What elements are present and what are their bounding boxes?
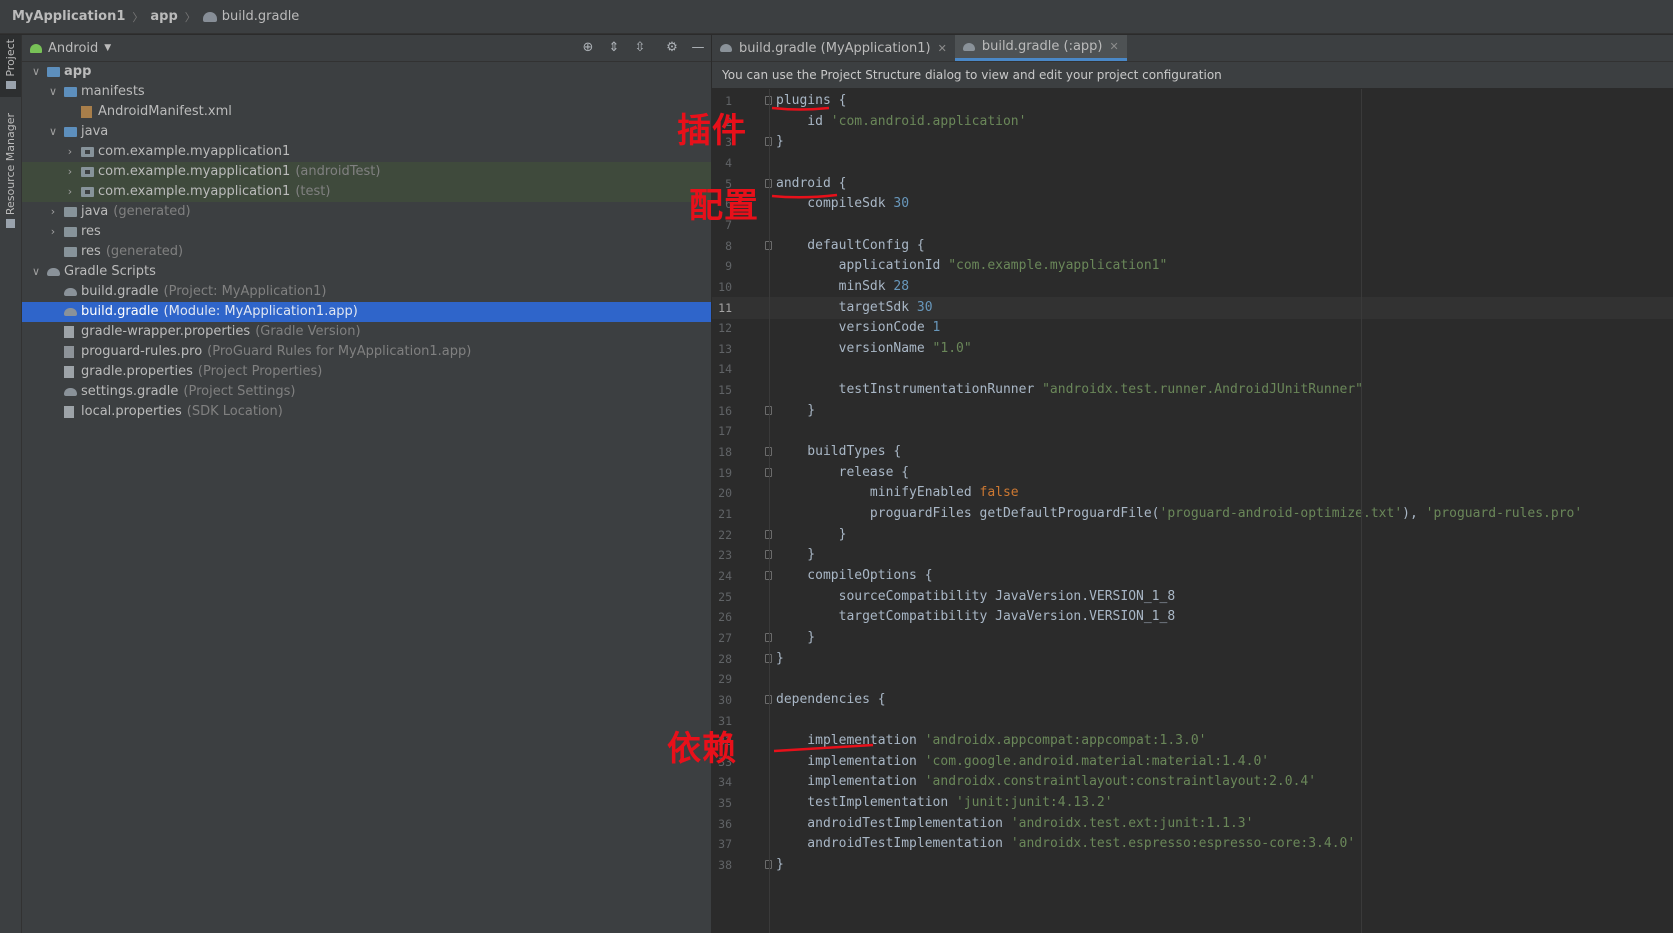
underline-android (771, 193, 838, 199)
underline-dependencies (773, 743, 874, 753)
underline-plugins (771, 106, 830, 111)
annotation-underlines (771, 106, 874, 753)
